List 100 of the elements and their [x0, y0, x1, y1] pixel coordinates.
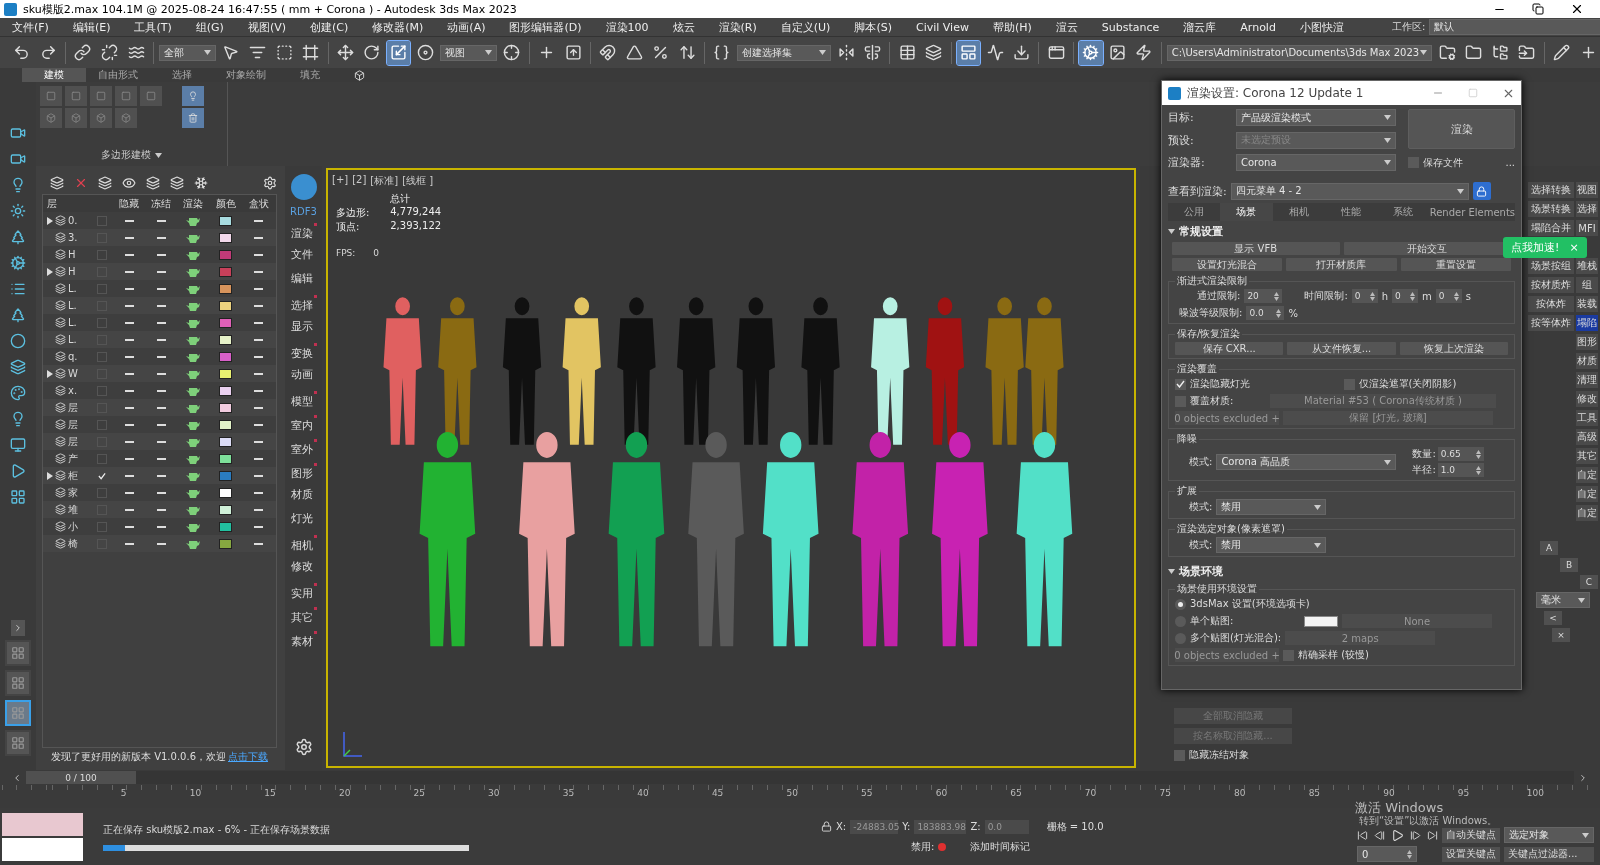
- tool-button[interactable]: 其它: [1576, 448, 1598, 464]
- tool-button[interactable]: 选择转换: [1528, 182, 1574, 198]
- tab[interactable]: 公用: [1168, 203, 1221, 221]
- tool-button[interactable]: 组: [1576, 277, 1598, 293]
- plugin-menu-item[interactable]: 修改: [290, 559, 317, 577]
- menu-item[interactable]: 渲染(R): [718, 19, 757, 35]
- tab[interactable]: 场景: [1220, 203, 1273, 221]
- tab[interactable]: 系统: [1377, 203, 1430, 221]
- dropdown[interactable]: Corona: [1236, 154, 1396, 171]
- layer-name[interactable]: L.: [68, 334, 77, 345]
- tool-button[interactable]: 按材质炸: [1528, 277, 1574, 293]
- more-button[interactable]: ...: [1505, 157, 1515, 168]
- layer-name[interactable]: x.: [68, 385, 78, 396]
- dialog-button[interactable]: 显示 VFB: [1172, 242, 1340, 255]
- menu-item[interactable]: 编辑(E): [72, 19, 111, 35]
- plugin-menu-item[interactable]: 素材: [290, 631, 317, 649]
- plugin-menu-item[interactable]: 文件: [290, 247, 317, 265]
- menu-item[interactable]: 炫云: [672, 19, 695, 35]
- tool-button[interactable]: 清理: [1576, 372, 1598, 388]
- viewport-label[interactable]: [+]: [332, 174, 349, 188]
- tool-button[interactable]: 塌陷: [1576, 315, 1598, 331]
- dropdown[interactable]: 四元菜单 4 - 2: [1230, 182, 1469, 200]
- plugin-menu-item[interactable]: 材质: [290, 487, 317, 505]
- key-filter-button[interactable]: 关键点过滤器...: [1504, 846, 1594, 862]
- menu-item[interactable]: Substance: [1101, 20, 1160, 34]
- menu-item[interactable]: 修改器(M): [372, 19, 424, 35]
- close-button[interactable]: ×: [1552, 628, 1570, 642]
- layer-name[interactable]: H: [68, 249, 76, 260]
- tool-button[interactable]: B: [1560, 558, 1578, 572]
- dropdown[interactable]: 禁用: [1216, 499, 1327, 515]
- viewport-label[interactable]: [线框 ]: [402, 174, 434, 188]
- key-mode-dropdown[interactable]: 选定对象: [1504, 827, 1594, 843]
- menu-item[interactable]: 图形编辑器(D): [509, 19, 582, 35]
- menu-item[interactable]: 组(G): [195, 19, 224, 35]
- tool-button[interactable]: 场景转换: [1528, 201, 1574, 217]
- dialog-button[interactable]: 保存 CXR...: [1175, 342, 1284, 355]
- number-field[interactable]: 0.65: [1437, 447, 1484, 461]
- dropdown[interactable]: Corona 高品质: [1216, 454, 1397, 470]
- ribbon-tab[interactable]: 填充: [278, 68, 342, 82]
- dialog-button[interactable]: 恢复上次渲染: [1399, 342, 1508, 355]
- tool-button[interactable]: 按体炸: [1528, 296, 1574, 312]
- dialog-button[interactable]: 打开材质库: [1286, 258, 1397, 271]
- dropdown[interactable]: 禁用: [1216, 537, 1327, 553]
- back-button[interactable]: <: [1544, 611, 1562, 625]
- tool-button[interactable]: 材质: [1576, 353, 1598, 369]
- layer-name[interactable]: L.: [68, 317, 77, 328]
- layer-name[interactable]: L.: [68, 300, 77, 311]
- tool-button[interactable]: 图形: [1576, 334, 1598, 350]
- tool-button[interactable]: 按等体炸: [1528, 315, 1574, 331]
- tool-button[interactable]: A: [1540, 541, 1558, 555]
- frame-field[interactable]: 0: [1357, 846, 1417, 862]
- path-dropdown[interactable]: C:\Users\Administrator\Documents\3ds Max 2023: [1166, 44, 1433, 61]
- menu-item[interactable]: 动画(A): [447, 19, 486, 35]
- tool-button[interactable]: 修改: [1576, 391, 1598, 407]
- dropdown[interactable]: 产品级渲染模式: [1236, 109, 1396, 127]
- plugin-menu-item[interactable]: 显示: [290, 319, 317, 337]
- download-link[interactable]: 点击下载: [228, 750, 268, 764]
- plugin-menu-item[interactable]: 室外: [290, 439, 317, 457]
- number-field[interactable]: 20: [1244, 289, 1283, 303]
- menu-item[interactable]: 脚本(S): [854, 19, 892, 35]
- plugin-menu-item[interactable]: 渲染: [290, 223, 317, 241]
- tool-button[interactable]: C: [1580, 575, 1598, 589]
- plugin-menu-item[interactable]: 室内: [290, 415, 317, 433]
- plugin-menu-item[interactable]: 相机: [290, 535, 317, 553]
- plugin-menu-item[interactable]: 选择: [290, 295, 317, 313]
- ribbon-tab[interactable]: 选择: [150, 68, 214, 82]
- number-field[interactable]: 1.0: [1437, 463, 1484, 477]
- layer-name[interactable]: 层: [68, 400, 78, 415]
- tool-button[interactable]: 装载: [1576, 296, 1598, 312]
- number-field[interactable]: 0: [1351, 289, 1378, 303]
- plugin-menu-item[interactable]: 图形: [290, 463, 317, 481]
- layer-name[interactable]: 产: [68, 451, 78, 466]
- time-tag-button[interactable]: 添加时间标记: [970, 839, 1031, 854]
- tool-button[interactable]: 堆栈: [1576, 258, 1598, 274]
- layer-name[interactable]: 家: [68, 485, 78, 500]
- layer-name[interactable]: q.: [68, 351, 78, 362]
- plugin-menu-item[interactable]: 实用: [290, 583, 317, 601]
- tool-button[interactable]: 自定: [1576, 467, 1598, 483]
- unit-dropdown[interactable]: 毫米: [1536, 592, 1590, 608]
- tool-button[interactable]: 视图: [1576, 182, 1598, 198]
- layer-name[interactable]: 椅: [68, 536, 78, 551]
- tool-button[interactable]: 场景按组: [1528, 258, 1574, 274]
- tab[interactable]: 性能: [1325, 203, 1378, 221]
- render-button[interactable]: 渲染: [1408, 109, 1515, 149]
- layer-name[interactable]: 柜: [68, 468, 78, 483]
- menu-item[interactable]: 帮助(H): [992, 19, 1032, 35]
- tool-button[interactable]: MFI: [1576, 220, 1598, 236]
- viewport-label[interactable]: [2]: [352, 174, 367, 188]
- menu-item[interactable]: 小图快渲: [1299, 19, 1344, 35]
- menu-item[interactable]: 自定义(U): [780, 19, 831, 35]
- number-field[interactable]: 0: [1392, 289, 1419, 303]
- tab[interactable]: 相机: [1272, 203, 1325, 221]
- menu-item[interactable]: 渲染100: [605, 19, 649, 35]
- dialog-button[interactable]: 从文件恢复...: [1287, 342, 1396, 355]
- plugin-menu-item[interactable]: 模型: [290, 391, 317, 409]
- tool-button[interactable]: 选择: [1576, 201, 1598, 217]
- plugin-menu-item[interactable]: 动画: [290, 367, 317, 385]
- ribbon-tab[interactable]: 建模: [22, 68, 86, 82]
- layer-name[interactable]: W: [68, 368, 78, 379]
- dialog-button[interactable]: 重置设置: [1400, 258, 1511, 271]
